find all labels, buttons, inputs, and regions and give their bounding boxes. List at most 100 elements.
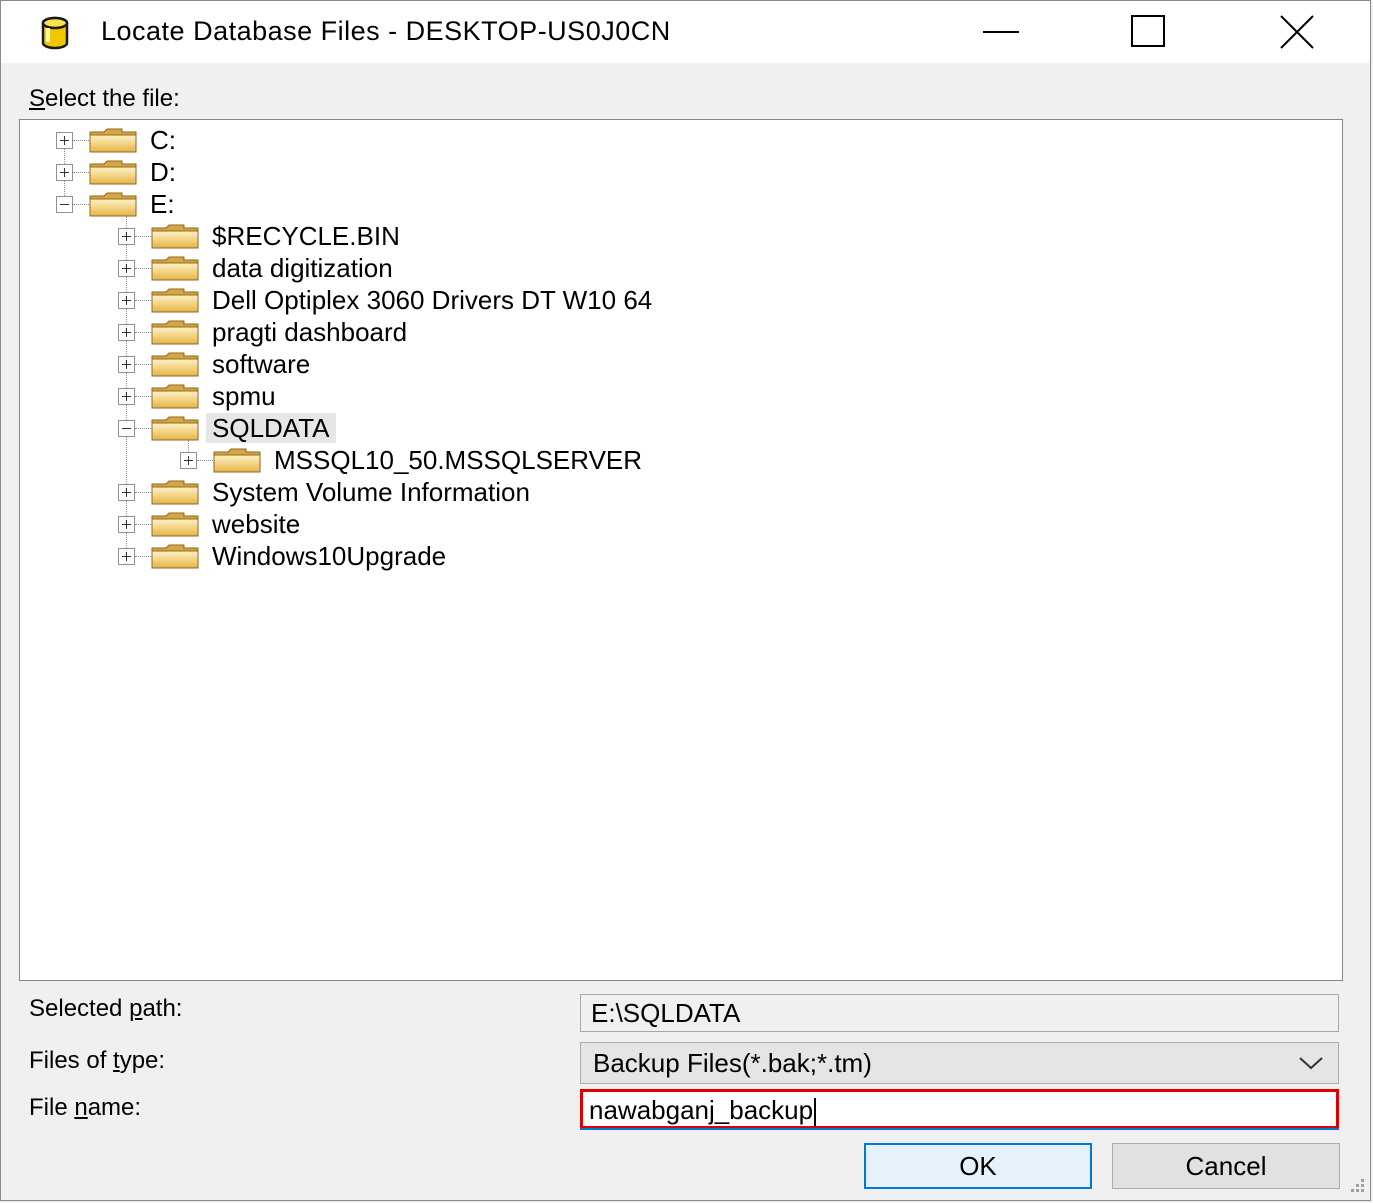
- tree-connector: [135, 268, 151, 269]
- folder-icon: [151, 512, 199, 537]
- close-icon: [1280, 15, 1314, 49]
- tree-node[interactable]: data digitization: [20, 252, 1342, 284]
- folder-icon: [151, 320, 199, 345]
- tree-node-label[interactable]: D:: [144, 157, 182, 187]
- folder-icon: [89, 160, 137, 185]
- tree-node-label[interactable]: pragti dashboard: [206, 317, 413, 347]
- file-name-input[interactable]: nawabganj_backup: [580, 1089, 1339, 1129]
- expand-icon[interactable]: [56, 132, 73, 149]
- title-bar[interactable]: Locate Database Files - DESKTOP-US0J0CN: [1, 1, 1370, 63]
- expand-icon[interactable]: [118, 388, 135, 405]
- files-of-type-label-mnemonic: t: [113, 1047, 120, 1074]
- tree-node-label[interactable]: $RECYCLE.BIN: [206, 221, 406, 251]
- select-file-label: Select the file:: [29, 85, 180, 113]
- tree-node[interactable]: Dell Optiplex 3060 Drivers DT W10 64: [20, 284, 1342, 316]
- tree-node[interactable]: $RECYCLE.BIN: [20, 220, 1342, 252]
- tree-node-label[interactable]: software: [206, 349, 316, 379]
- locate-database-files-dialog: Locate Database Files - DESKTOP-US0J0CN …: [0, 0, 1371, 1201]
- expand-icon[interactable]: [118, 548, 135, 565]
- tree-node[interactable]: software: [20, 348, 1342, 380]
- tree-node-label[interactable]: Dell Optiplex 3060 Drivers DT W10 64: [206, 285, 658, 315]
- expand-icon[interactable]: [118, 324, 135, 341]
- folder-icon: [151, 544, 199, 569]
- tree-node[interactable]: Windows10Upgrade: [20, 540, 1342, 572]
- selected-path-label-text: Selected: [29, 995, 130, 1022]
- folder-icon: [151, 384, 199, 409]
- expand-icon[interactable]: [180, 452, 197, 469]
- chevron-down-icon: [1299, 1057, 1323, 1070]
- expand-icon[interactable]: [118, 356, 135, 373]
- expand-icon[interactable]: [118, 228, 135, 245]
- tree-connector: [135, 300, 151, 301]
- folder-icon: [213, 448, 261, 473]
- resize-grip-icon[interactable]: [1344, 1174, 1366, 1196]
- expand-icon[interactable]: [118, 260, 135, 277]
- folder-icon: [151, 480, 199, 505]
- folder-icon: [151, 416, 199, 441]
- tree-connector: [73, 172, 89, 173]
- tree-node[interactable]: pragti dashboard: [20, 316, 1342, 348]
- expand-icon[interactable]: [118, 292, 135, 309]
- file-name-label-text: ame:: [87, 1094, 142, 1121]
- tree-node-label[interactable]: Windows10Upgrade: [206, 541, 452, 571]
- file-name-label-text: File: [29, 1094, 75, 1121]
- tree-node-label[interactable]: C:: [144, 125, 182, 155]
- tree-connector: [135, 556, 151, 557]
- tree-node[interactable]: SQLDATA: [20, 412, 1342, 444]
- database-icon: [41, 16, 69, 50]
- tree-connector: [135, 332, 151, 333]
- folder-icon: [89, 192, 137, 217]
- ok-button[interactable]: OK: [864, 1143, 1092, 1189]
- file-name-focus-underline: [580, 1128, 1339, 1130]
- tree-node-label[interactable]: SQLDATA: [206, 413, 336, 443]
- files-of-type-value: Backup Files(*.bak;*.tm): [593, 1048, 872, 1078]
- collapse-icon[interactable]: [56, 196, 73, 213]
- tree-connector: [135, 236, 151, 237]
- tree-node-label[interactable]: data digitization: [206, 253, 399, 283]
- folder-icon: [151, 256, 199, 281]
- tree-node[interactable]: D:: [20, 156, 1342, 188]
- files-of-type-dropdown[interactable]: Backup Files(*.bak;*.tm): [580, 1042, 1339, 1084]
- tree-connector: [135, 364, 151, 365]
- files-of-type-label-text: Files of: [29, 1047, 114, 1074]
- files-of-type-label-text: ype:: [119, 1047, 166, 1074]
- folder-icon: [151, 352, 199, 377]
- file-name-label-mnemonic: n: [74, 1094, 88, 1121]
- tree-node[interactable]: C:: [20, 124, 1342, 156]
- text-caret: [814, 1098, 817, 1127]
- maximize-button[interactable]: [1073, 1, 1223, 63]
- selected-path-label-mnemonic: p: [129, 995, 143, 1022]
- tree-connector: [73, 140, 89, 141]
- expand-icon[interactable]: [118, 516, 135, 533]
- tree-connector: [135, 428, 151, 429]
- cancel-button[interactable]: Cancel: [1112, 1143, 1340, 1189]
- expand-icon[interactable]: [56, 164, 73, 181]
- selected-path-label-text: ath:: [142, 995, 183, 1022]
- tree-node-label[interactable]: System Volume Information: [206, 477, 536, 507]
- folder-icon: [151, 288, 199, 313]
- select-file-label-mnemonic: S: [29, 85, 46, 112]
- files-of-type-label: Files of type:: [29, 1047, 165, 1075]
- selected-path-label: Selected path:: [29, 995, 182, 1023]
- minimize-icon: [983, 31, 1019, 33]
- tree-node-label[interactable]: E:: [144, 189, 181, 219]
- collapse-icon[interactable]: [118, 420, 135, 437]
- tree-node[interactable]: System Volume Information: [20, 476, 1342, 508]
- tree-node[interactable]: MSSQL10_50.MSSQLSERVER: [20, 444, 1342, 476]
- close-button[interactable]: [1222, 1, 1372, 63]
- tree-node[interactable]: website: [20, 508, 1342, 540]
- select-file-label-text: elect the file:: [45, 85, 180, 112]
- minimize-button[interactable]: [926, 1, 1076, 63]
- window-title: Locate Database Files - DESKTOP-US0J0CN: [101, 16, 671, 46]
- maximize-icon: [1131, 15, 1165, 47]
- tree-connector: [73, 204, 89, 205]
- tree-node[interactable]: E:: [20, 188, 1342, 220]
- tree-node[interactable]: spmu: [20, 380, 1342, 412]
- folder-tree[interactable]: C: D: E: $RECYCLE.BIN data digitization Dell …: [19, 119, 1343, 981]
- tree-node-label[interactable]: MSSQL10_50.MSSQLSERVER: [268, 445, 648, 475]
- tree-connector: [197, 460, 213, 461]
- selected-path-field: E:\SQLDATA: [580, 994, 1339, 1032]
- tree-node-label[interactable]: website: [206, 509, 306, 539]
- expand-icon[interactable]: [118, 484, 135, 501]
- tree-node-label[interactable]: spmu: [206, 381, 282, 411]
